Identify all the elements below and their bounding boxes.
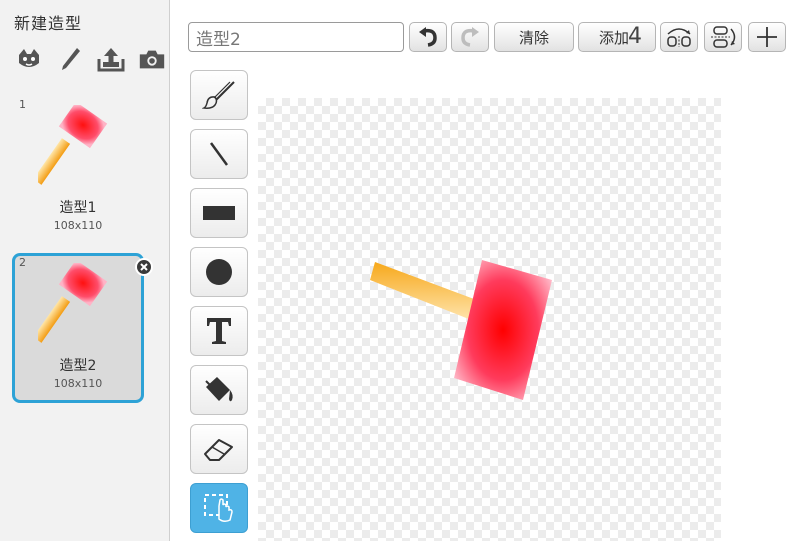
costume-name: 造型1 [59,200,97,216]
line-tool[interactable] [190,129,248,179]
paint-new-icon[interactable] [55,44,85,74]
costume-size: 108x110 [53,219,103,232]
add-button[interactable]: 添加 [578,22,656,52]
brush-icon [202,81,235,109]
costume-size: 108x110 [53,377,103,390]
flip-vertical-button[interactable] [704,22,742,52]
paint-bucket-icon [205,377,233,402]
costume-item-1[interactable]: 1 造型1 108x110 [12,95,144,245]
costume-name: 造型2 [59,358,97,374]
delete-costume-button[interactable] [135,258,153,276]
rectangle-icon [203,206,235,220]
paint-canvas[interactable] [258,98,721,541]
select-icon [204,494,233,523]
brush-tool[interactable] [190,70,248,120]
choose-from-library-icon[interactable] [14,44,44,74]
ellipse-icon [206,259,232,285]
new-costume-icons [14,44,167,74]
costume-name-input[interactable] [188,22,404,52]
crosshair-icon [757,27,777,47]
eraser-icon [204,439,233,461]
camera-icon[interactable] [137,44,167,74]
costume-thumbnail [38,105,108,185]
costume-sidebar: 新建造型 1 造型1 108x110 2 造型2 108x110 [0,0,170,541]
costume-number: 1 [19,98,26,111]
upload-icon[interactable] [96,44,126,74]
redo-button[interactable] [451,22,489,52]
undo-icon [419,27,437,47]
ellipse-tool[interactable] [190,247,248,297]
flip-vertical-icon [711,26,736,48]
costume-thumbnail [38,263,108,343]
line-icon [209,142,229,166]
costume-item-2[interactable]: 2 造型2 108x110 [12,253,144,403]
rectangle-tool[interactable] [190,188,248,238]
hammer-drawing [370,260,552,400]
undo-button[interactable] [409,22,447,52]
fill-tool[interactable] [190,365,248,415]
set-center-button[interactable] [748,22,786,52]
text-icon [207,318,231,344]
select-tool[interactable] [190,483,248,533]
clear-button[interactable]: 清除 [494,22,574,52]
flip-horizontal-icon [667,28,691,47]
new-costume-label: 新建造型 [14,14,83,33]
eraser-tool[interactable] [190,424,248,474]
redo-icon [461,27,479,47]
text-tool[interactable] [190,306,248,356]
close-icon [140,263,148,271]
flip-horizontal-button[interactable] [660,22,698,52]
costume-number: 2 [19,256,26,269]
